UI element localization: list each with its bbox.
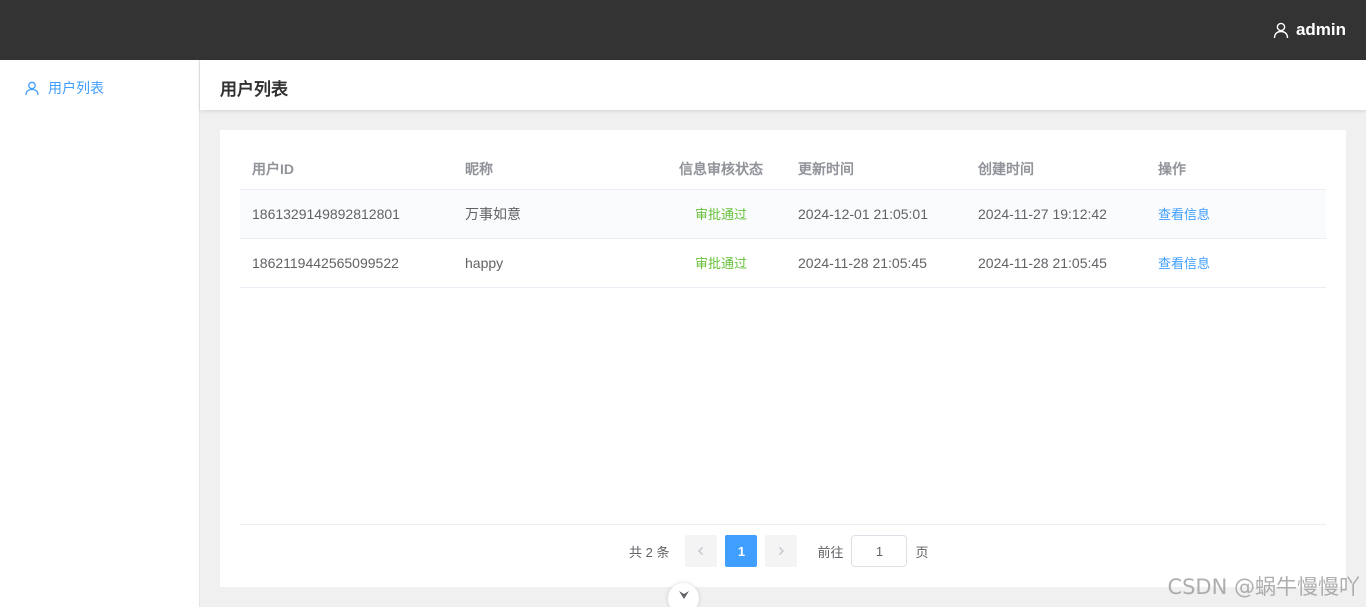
user-menu[interactable]: admin xyxy=(1272,16,1346,44)
cell-updated-time: 2024-11-28 21:05:45 xyxy=(798,255,927,271)
goto-page-input[interactable] xyxy=(851,535,908,567)
username: admin xyxy=(1295,20,1346,39)
page-suffix-label: 页 xyxy=(915,544,929,560)
column-header-user-id: 用户ID xyxy=(252,161,294,177)
cell-nickname: happy xyxy=(465,255,504,271)
user-table: 用户ID 昵称 信息审核状态 更新时间 创建时间 操作 186132914989… xyxy=(240,150,1326,288)
cell-created-time: 2024-11-27 19:12:42 xyxy=(978,206,1107,222)
column-header-review-status: 信息审核状态 xyxy=(679,161,763,177)
table-card: 用户ID 昵称 信息审核状态 更新时间 创建时间 操作 186132914989… xyxy=(220,130,1346,587)
page-number-current[interactable]: 1 xyxy=(725,535,758,567)
sidebar: 用户列表 xyxy=(0,60,200,607)
cell-created-time: 2024-11-28 21:05:45 xyxy=(978,255,1107,271)
chevron-left-icon xyxy=(698,547,704,555)
column-header-created-time: 创建时间 xyxy=(978,161,1034,177)
cell-updated-time: 2024-12-01 21:05:01 xyxy=(798,206,928,222)
pagination: 共 2 条 1 前往 页 xyxy=(629,535,929,567)
column-header-updated-time: 更新时间 xyxy=(798,161,854,177)
divider xyxy=(240,524,1326,525)
goto-label: 前往 xyxy=(817,544,844,560)
sidebar-item-user-list[interactable]: 用户列表 xyxy=(24,77,104,99)
table-header: 用户ID 昵称 信息审核状态 更新时间 创建时间 操作 xyxy=(240,150,1326,190)
column-header-actions: 操作 xyxy=(1158,161,1186,177)
status-badge: 审批通过 xyxy=(694,256,747,271)
user-icon xyxy=(25,81,39,96)
cell-user-id: 1862119442565099522 xyxy=(252,255,399,271)
status-badge: 审批通过 xyxy=(694,207,747,222)
total-count: 共 2 条 xyxy=(629,544,670,560)
next-page-button[interactable] xyxy=(765,535,798,567)
top-bar: admin xyxy=(0,0,1366,60)
cell-nickname: 万事如意 xyxy=(465,206,521,222)
chevron-down-icon xyxy=(678,591,689,599)
table-row: 1862119442565099522 happy 审批通过 2024-11-2… xyxy=(240,239,1326,288)
sidebar-item-label: 用户列表 xyxy=(48,80,104,96)
user-icon xyxy=(1273,22,1289,39)
page-title: 用户列表 xyxy=(220,80,288,99)
chevron-right-icon xyxy=(779,547,785,555)
cell-user-id: 1861329149892812801 xyxy=(252,206,400,222)
prev-page-button[interactable] xyxy=(685,535,718,567)
table-row: 1861329149892812801 万事如意 审批通过 2024-12-01… xyxy=(240,190,1326,239)
scroll-down-button[interactable] xyxy=(668,583,699,607)
page-header: 用户列表 xyxy=(200,60,1366,110)
view-info-link[interactable]: 查看信息 xyxy=(1158,256,1210,271)
column-header-nickname: 昵称 xyxy=(465,161,493,177)
view-info-link[interactable]: 查看信息 xyxy=(1158,207,1210,222)
watermark: CSDN @蜗牛慢慢吖 xyxy=(1167,575,1360,599)
